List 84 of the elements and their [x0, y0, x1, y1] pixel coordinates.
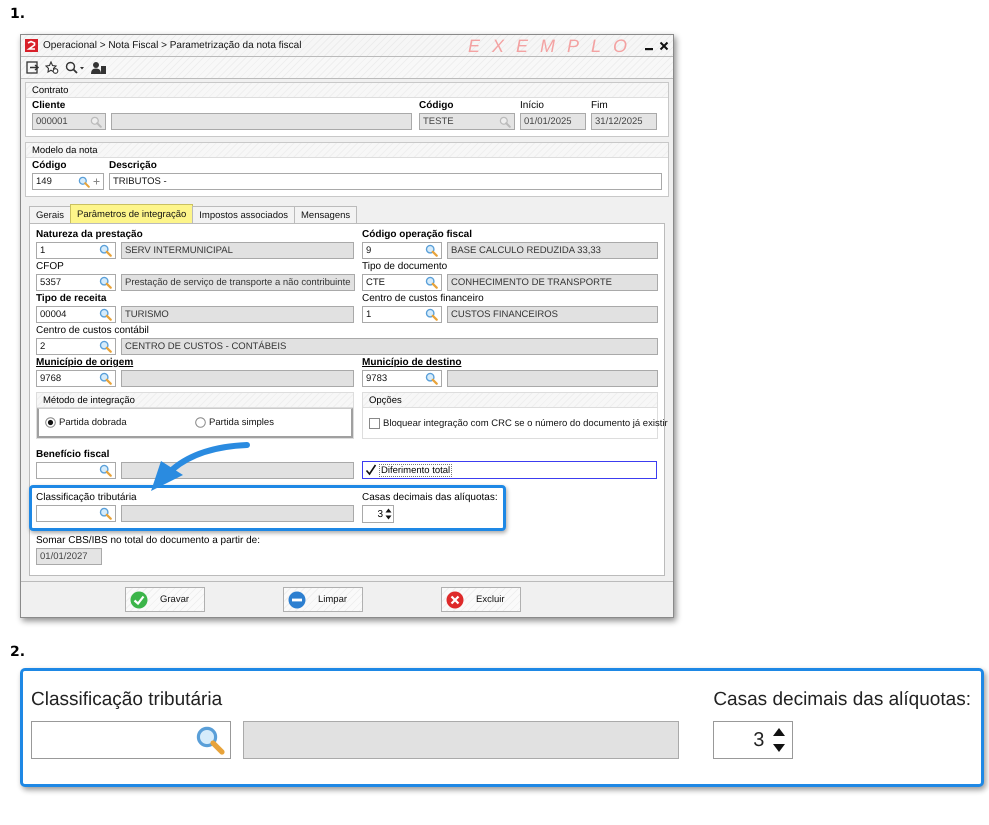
user-icon[interactable]	[91, 61, 106, 74]
field-label: Centro de custos financeiro	[362, 293, 484, 304]
save-button[interactable]: Gravar	[125, 587, 205, 612]
field-label: Descrição	[109, 160, 157, 171]
delete-icon	[446, 590, 464, 608]
favorite-icon[interactable]	[45, 61, 59, 74]
field-label: Natureza da prestação	[36, 229, 143, 240]
window-title: Operacional > Nota Fiscal > Parametrização da nota fiscal	[43, 40, 302, 51]
field-label: Cliente	[32, 100, 66, 111]
code-field[interactable]: 9	[362, 242, 442, 259]
description-field: CENTRO DE CUSTOS - CONTÁBEIS	[121, 338, 658, 355]
description-field: CONHECIMENTO DE TRANSPORTE	[447, 274, 658, 291]
number-spinner[interactable]: 3	[713, 721, 794, 759]
radio-button[interactable]	[195, 417, 206, 428]
field-label: Centro de custos contábil	[36, 325, 149, 336]
spin-arrows-icon[interactable]	[385, 508, 392, 520]
tab[interactable]: Mensagens	[294, 206, 358, 223]
checkbox-field[interactable]: Diferimento total	[362, 461, 657, 479]
date-field[interactable]: 01/01/2027	[36, 548, 102, 565]
step-number: 1.	[10, 6, 26, 22]
checkbox[interactable]	[365, 464, 377, 476]
minus-icon	[288, 590, 306, 608]
code-field[interactable]: 00004	[36, 306, 116, 323]
date-field[interactable]: 01/01/2025	[520, 113, 586, 130]
field-label: Código operação fiscal	[362, 229, 472, 240]
radio-option[interactable]: Partida dobrada	[45, 417, 195, 428]
code-field[interactable]: 2	[36, 338, 116, 355]
description-field: Prestação de serviço de transporte a não contribuinte	[121, 274, 354, 291]
date-field[interactable]: 31/12/2025	[591, 113, 657, 130]
field-label: Tipo de documento	[362, 261, 448, 272]
tab[interactable]: Gerais	[29, 206, 71, 223]
code-field[interactable]: CTE	[362, 274, 442, 291]
field-label: Casas decimais das alíquotas:	[362, 492, 498, 503]
field-label: Código	[32, 160, 66, 171]
code-field[interactable]: TESTE	[419, 113, 515, 130]
checkbox-option[interactable]: Bloquear integração com CRC se o número do documento já existir	[369, 418, 668, 428]
radio-option[interactable]: Partida simples	[195, 417, 274, 428]
field-label: Somar CBS/IBS no total do documento a partir de:	[36, 535, 260, 546]
field-label[interactable]: Município de destino	[362, 357, 462, 368]
field-label: Início	[520, 100, 544, 111]
description-field: SERV INTERMUNICIPAL	[121, 242, 354, 259]
field-label: Classificação tributária	[31, 689, 222, 711]
description-field: CUSTOS FINANCEIROS	[447, 306, 658, 323]
delete-button[interactable]: Excluir	[441, 587, 521, 612]
radio-button[interactable]	[45, 417, 56, 428]
checkbox[interactable]	[369, 418, 380, 428]
step-number: 2.	[10, 644, 26, 660]
close-icon[interactable]	[659, 40, 669, 50]
code-field[interactable]: 1	[36, 242, 116, 259]
code-field[interactable]: 9768	[36, 370, 116, 387]
exit-icon[interactable]	[26, 61, 39, 74]
section-title: Contrato	[26, 83, 668, 98]
spin-arrows-icon[interactable]	[772, 727, 786, 753]
field-label: CFOP	[36, 261, 64, 272]
tab[interactable]: Parâmetros de integração	[70, 204, 194, 223]
field-label: Casas decimais das alíquotas:	[713, 689, 971, 711]
field-label: Código	[419, 100, 454, 111]
code-field[interactable]: 149	[32, 173, 104, 190]
code-field[interactable]: 9783	[362, 370, 442, 387]
description-field[interactable]: TRIBUTOS -	[109, 173, 662, 190]
check-icon	[130, 590, 148, 608]
field-label: Benefício fiscal	[36, 449, 110, 460]
environment-label: EXEMPLO	[468, 36, 639, 56]
plus-icon[interactable]	[93, 178, 100, 185]
field-label[interactable]: Município de origem	[36, 357, 134, 368]
code-field[interactable]	[31, 721, 231, 759]
number-spinner[interactable]: 3	[362, 505, 394, 523]
code-field[interactable]: 1	[362, 306, 442, 323]
app-logo-icon	[25, 39, 38, 52]
field-label: Classificação tributária	[36, 492, 137, 503]
description-field: BASE CALCULO REDUZIDA 33,33	[447, 242, 658, 259]
code-field[interactable]	[36, 462, 116, 479]
clear-button[interactable]: Limpar	[283, 587, 363, 612]
group-title: Opções	[363, 393, 657, 408]
code-field[interactable]: 000001	[32, 113, 106, 130]
field-label: Fim	[591, 100, 608, 111]
section-title: Modelo da nota	[26, 143, 668, 158]
search-icon[interactable]	[65, 61, 85, 74]
description-field: TURISMO	[121, 306, 354, 323]
code-field[interactable]: 5357	[36, 274, 116, 291]
field-label: Tipo de receita	[36, 293, 106, 304]
tab[interactable]: Impostos associados	[192, 206, 296, 223]
group-title: Método de integração	[37, 393, 353, 408]
code-field[interactable]	[36, 505, 116, 522]
